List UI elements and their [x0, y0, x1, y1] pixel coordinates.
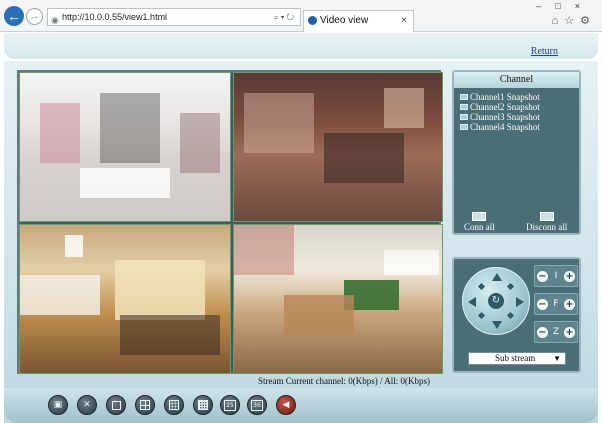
nine-view-icon[interactable]: [164, 395, 184, 415]
pan-up-left-icon[interactable]: [477, 282, 486, 291]
ptz-center-button[interactable]: ↻: [488, 293, 504, 309]
tab-title: Video view: [320, 15, 369, 26]
url-text: http://10.0.0.55/view1.html: [62, 12, 168, 22]
address-bar[interactable]: ◉ http://10.0.0.55/view1.html ⌕▾↻: [47, 8, 301, 26]
globe-icon: ◉: [51, 15, 59, 25]
view-36-icon[interactable]: 36: [247, 395, 267, 415]
chevron-down-icon: ▼: [553, 354, 561, 363]
pan-up-right-icon[interactable]: [506, 282, 515, 291]
quad-view-icon[interactable]: [135, 395, 155, 415]
camera-icon: [460, 104, 468, 110]
settings-tools-icon[interactable]: ✕: [77, 395, 97, 415]
browser-tools: ⌂☆⚙: [552, 14, 596, 27]
iris-control: − I +: [534, 265, 578, 287]
pan-down-left-icon[interactable]: [477, 311, 486, 320]
iris-plus-button[interactable]: +: [564, 270, 575, 282]
ptz-direction-pad: ↻: [462, 267, 530, 335]
camera-view-1[interactable]: [19, 72, 231, 222]
ie-icon: [308, 16, 317, 25]
iris-label: I: [554, 271, 558, 281]
stream-select-value: Sub stream: [495, 353, 536, 363]
gear-icon[interactable]: ⚙: [580, 15, 596, 27]
stream-status: Stream Current channel: 0(Kbps) / All: 0…: [258, 376, 430, 386]
channel-list: Channel1 Snapshot Channel2 Snapshot Chan…: [460, 92, 579, 132]
tab-video-view[interactable]: Video view ×: [303, 10, 414, 32]
channel-item-label: Channel1 Snapshot: [470, 92, 540, 102]
screen: ← → ◉ http://10.0.0.55/view1.html ⌕▾↻ Vi…: [0, 0, 602, 423]
channel-panel-title: Channel: [454, 72, 579, 88]
pan-down-icon[interactable]: [492, 321, 502, 329]
focus-plus-button[interactable]: +: [564, 298, 575, 310]
pan-down-right-icon[interactable]: [506, 311, 515, 320]
channel-item-2[interactable]: Channel2 Snapshot: [460, 102, 579, 112]
tab-close-icon[interactable]: ×: [401, 11, 407, 31]
channel-item-label: Channel4 Snapshot: [470, 122, 540, 132]
camera-icon: [460, 114, 468, 120]
zoom-minus-button[interactable]: −: [537, 326, 548, 338]
channel-item-label: Channel2 Snapshot: [470, 102, 540, 112]
star-icon[interactable]: ☆: [564, 15, 580, 27]
audio-icon[interactable]: ◀: [276, 395, 296, 415]
channel-item-label: Channel3 Snapshot: [470, 112, 540, 122]
connect-all-button[interactable]: Conn all: [464, 212, 495, 232]
back-button[interactable]: ←: [4, 6, 24, 26]
single-view-icon[interactable]: [106, 395, 126, 415]
channel-item-3[interactable]: Channel3 Snapshot: [460, 112, 579, 122]
connect-all-label: Conn all: [464, 222, 495, 232]
focus-minus-button[interactable]: −: [537, 298, 548, 310]
camera-view-4[interactable]: [233, 224, 443, 374]
disconnect-all-label: Disconn all: [526, 222, 568, 232]
camera-view-3[interactable]: [19, 224, 231, 374]
focus-label: F: [553, 299, 559, 309]
pan-left-icon[interactable]: [468, 297, 476, 307]
camera-view-2[interactable]: [233, 72, 443, 222]
video-record-icon[interactable]: ▣: [48, 395, 68, 415]
zoom-label: Z: [552, 327, 560, 337]
forward-button[interactable]: →: [26, 8, 43, 25]
stream-select[interactable]: Sub stream ▼: [468, 352, 566, 365]
pan-up-icon[interactable]: [492, 273, 502, 281]
connect-icon: [472, 212, 487, 221]
zoom-plus-button[interactable]: +: [563, 326, 575, 338]
browser-toolbar: ← → ◉ http://10.0.0.55/view1.html ⌕▾↻ Vi…: [0, 0, 602, 32]
zoom-control: − Z +: [534, 321, 578, 343]
channel-item-4[interactable]: Channel4 Snapshot: [460, 122, 579, 132]
sixteen-view-icon[interactable]: [193, 395, 213, 415]
pan-right-icon[interactable]: [516, 297, 524, 307]
focus-control: − F +: [534, 293, 578, 315]
view-25-icon[interactable]: 25: [220, 395, 240, 415]
return-link[interactable]: Return: [531, 46, 558, 57]
home-icon[interactable]: ⌂: [552, 15, 565, 27]
channel-panel: Channel Channel1 Snapshot Channel2 Snaps…: [452, 70, 581, 235]
search-refresh-icons[interactable]: ⌕▾↻: [274, 9, 296, 25]
app-header: Return: [4, 33, 598, 59]
camera-icon: [460, 94, 468, 100]
channel-item-1[interactable]: Channel1 Snapshot: [460, 92, 579, 102]
disconnect-icon: [539, 212, 554, 221]
camera-icon: [460, 124, 468, 130]
ptz-panel: ↻ − I + − F + − Z + Sub stream ▼: [452, 257, 581, 373]
iris-minus-button[interactable]: −: [537, 270, 548, 282]
video-grid: [17, 70, 443, 374]
disconnect-all-button[interactable]: Disconn all: [526, 212, 567, 232]
window-controls[interactable]: –□×: [536, 1, 594, 11]
